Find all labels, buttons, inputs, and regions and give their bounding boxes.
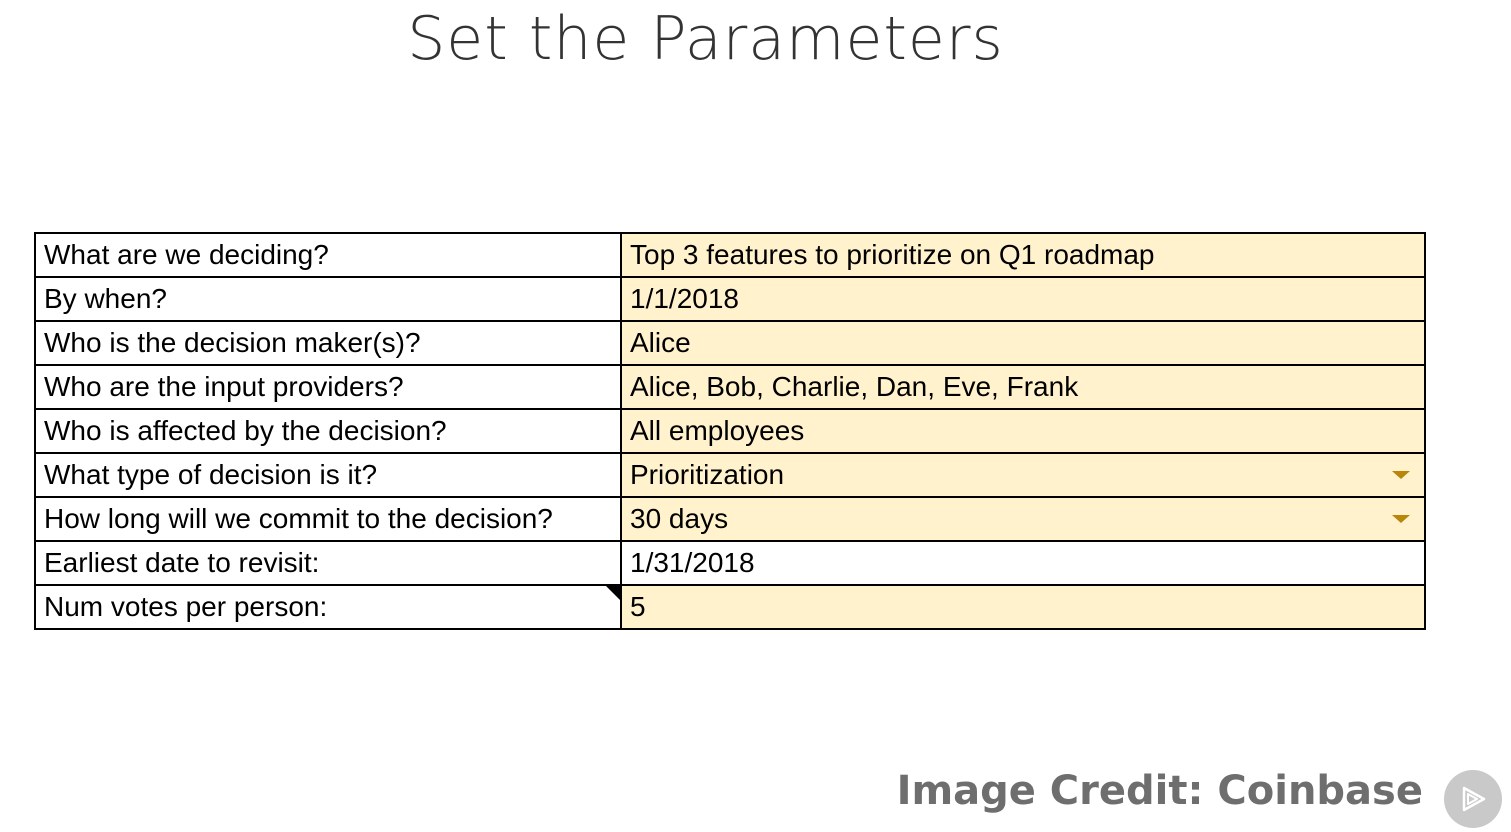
commitment-duration-select[interactable]: 30 days xyxy=(620,496,1426,542)
image-credit: Image Credit: Coinbase xyxy=(896,768,1423,814)
parameter-value[interactable]: Top 3 features to prioritize on Q1 roadm… xyxy=(620,232,1426,278)
parameter-label-text: Num votes per person: xyxy=(44,591,328,622)
parameter-label[interactable]: By when? xyxy=(34,276,622,322)
parameter-label[interactable]: Earliest date to revisit: xyxy=(34,540,622,586)
play-triangle-icon xyxy=(1462,786,1486,812)
parameter-value-text: 1/1/2018 xyxy=(630,283,739,314)
table-row: How long will we commit to the decision?… xyxy=(34,496,1426,542)
parameter-value-text: 5 xyxy=(630,591,646,622)
table-row: Num votes per person: 5 xyxy=(34,584,1426,630)
table-row: By when? 1/1/2018 xyxy=(34,276,1426,322)
parameter-value[interactable]: 5 xyxy=(620,584,1426,630)
comment-indicator-icon[interactable] xyxy=(606,586,620,600)
decision-type-select[interactable]: Prioritization xyxy=(620,452,1426,498)
parameter-label[interactable]: Who is affected by the decision? xyxy=(34,408,622,454)
parameter-value-text: Alice xyxy=(630,327,691,358)
parameter-value-text: 1/31/2018 xyxy=(630,547,755,578)
parameter-label[interactable]: How long will we commit to the decision? xyxy=(34,496,622,542)
table-row: Who is the decision maker(s)? Alice xyxy=(34,320,1426,366)
caret-down-icon[interactable] xyxy=(1392,471,1410,479)
parameter-label[interactable]: What are we deciding? xyxy=(34,232,622,278)
caret-down-icon[interactable] xyxy=(1392,515,1410,523)
parameter-label[interactable]: Who are the input providers? xyxy=(34,364,622,410)
table-row: Earliest date to revisit: 1/31/2018 xyxy=(34,540,1426,586)
table-row: Who is affected by the decision? All emp… xyxy=(34,408,1426,454)
parameter-value-text: Alice, Bob, Charlie, Dan, Eve, Frank xyxy=(630,371,1079,402)
parameter-label[interactable]: Who is the decision maker(s)? xyxy=(34,320,622,366)
table-row: What are we deciding? Top 3 features to … xyxy=(34,232,1426,278)
parameters-table-body: What are we deciding? Top 3 features to … xyxy=(34,232,1426,630)
slide-title: Set the Parameters xyxy=(407,4,1004,74)
parameter-value[interactable]: 1/31/2018 xyxy=(620,540,1426,586)
parameter-value-text: Top 3 features to prioritize on Q1 roadm… xyxy=(630,239,1155,270)
parameter-label[interactable]: Num votes per person: xyxy=(34,584,622,630)
parameter-value-text: 30 days xyxy=(630,503,729,534)
parameter-label[interactable]: What type of decision is it? xyxy=(34,452,622,498)
parameter-value[interactable]: 1/1/2018 xyxy=(620,276,1426,322)
parameter-value[interactable]: Alice, Bob, Charlie, Dan, Eve, Frank xyxy=(620,364,1426,410)
parameter-value-text: All employees xyxy=(630,415,805,446)
parameter-value[interactable]: Alice xyxy=(620,320,1426,366)
parameters-table: What are we deciding? Top 3 features to … xyxy=(34,232,1426,630)
play-logo-icon xyxy=(1444,770,1502,828)
table-row: What type of decision is it? Prioritizat… xyxy=(34,452,1426,498)
parameter-value[interactable]: All employees xyxy=(620,408,1426,454)
parameter-value-text: Prioritization xyxy=(630,459,785,490)
table-row: Who are the input providers? Alice, Bob,… xyxy=(34,364,1426,410)
